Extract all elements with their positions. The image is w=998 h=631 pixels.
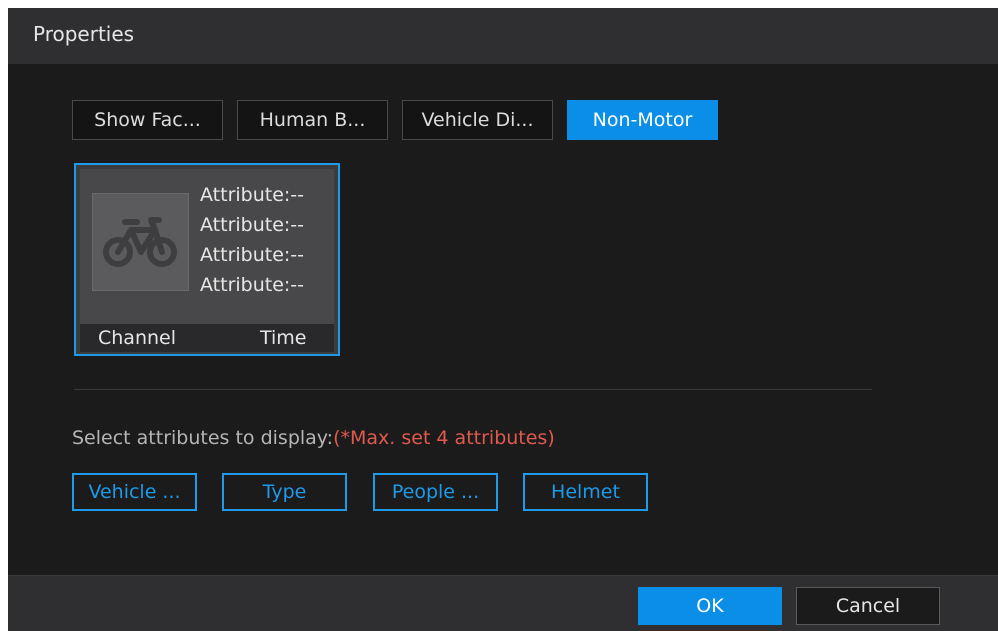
time-label: Time [260, 327, 307, 349]
attribute-option-people[interactable]: People ... [373, 473, 498, 511]
attribute-line: Attribute:-- [200, 214, 305, 236]
ok-button[interactable]: OK [638, 587, 782, 625]
channel-label: Channel [98, 327, 177, 349]
tab-vehicle-display[interactable]: Vehicle Di... [402, 100, 553, 140]
cancel-button[interactable]: Cancel [796, 587, 940, 625]
attribute-option-vehicle[interactable]: Vehicle ... [72, 473, 197, 511]
preview-card: Attribute:-- Attribute:-- Attribute:-- A… [74, 163, 340, 356]
limit-note: (*Max. set 4 attributes) [333, 427, 555, 449]
preview-card-footer: Channel Time [80, 324, 334, 352]
attribute-prompt: Select attributes to display:(*Max. set … [72, 425, 555, 451]
attribute-line: Attribute:-- [200, 274, 305, 296]
bicycle-icon [103, 217, 177, 267]
tab-non-motor[interactable]: Non-Motor [567, 100, 718, 140]
divider [74, 389, 872, 390]
button-bar: OK Cancel [8, 575, 998, 631]
attribute-option-helmet[interactable]: Helmet [523, 473, 648, 511]
prompt-label: Select attributes to display: [72, 427, 334, 449]
dialog-title: Properties [33, 22, 135, 46]
properties-dialog: Properties Show Fac... Human B... Vehicl… [8, 8, 998, 631]
thumbnail [92, 193, 189, 291]
attribute-line: Attribute:-- [200, 184, 305, 206]
tab-show-face[interactable]: Show Fac... [72, 100, 223, 140]
attribute-option-type[interactable]: Type [222, 473, 347, 511]
preview-card-body: Attribute:-- Attribute:-- Attribute:-- A… [80, 169, 334, 324]
attribute-line: Attribute:-- [200, 244, 305, 266]
title-bar: Properties [8, 8, 998, 64]
tab-human-body[interactable]: Human B... [237, 100, 388, 140]
